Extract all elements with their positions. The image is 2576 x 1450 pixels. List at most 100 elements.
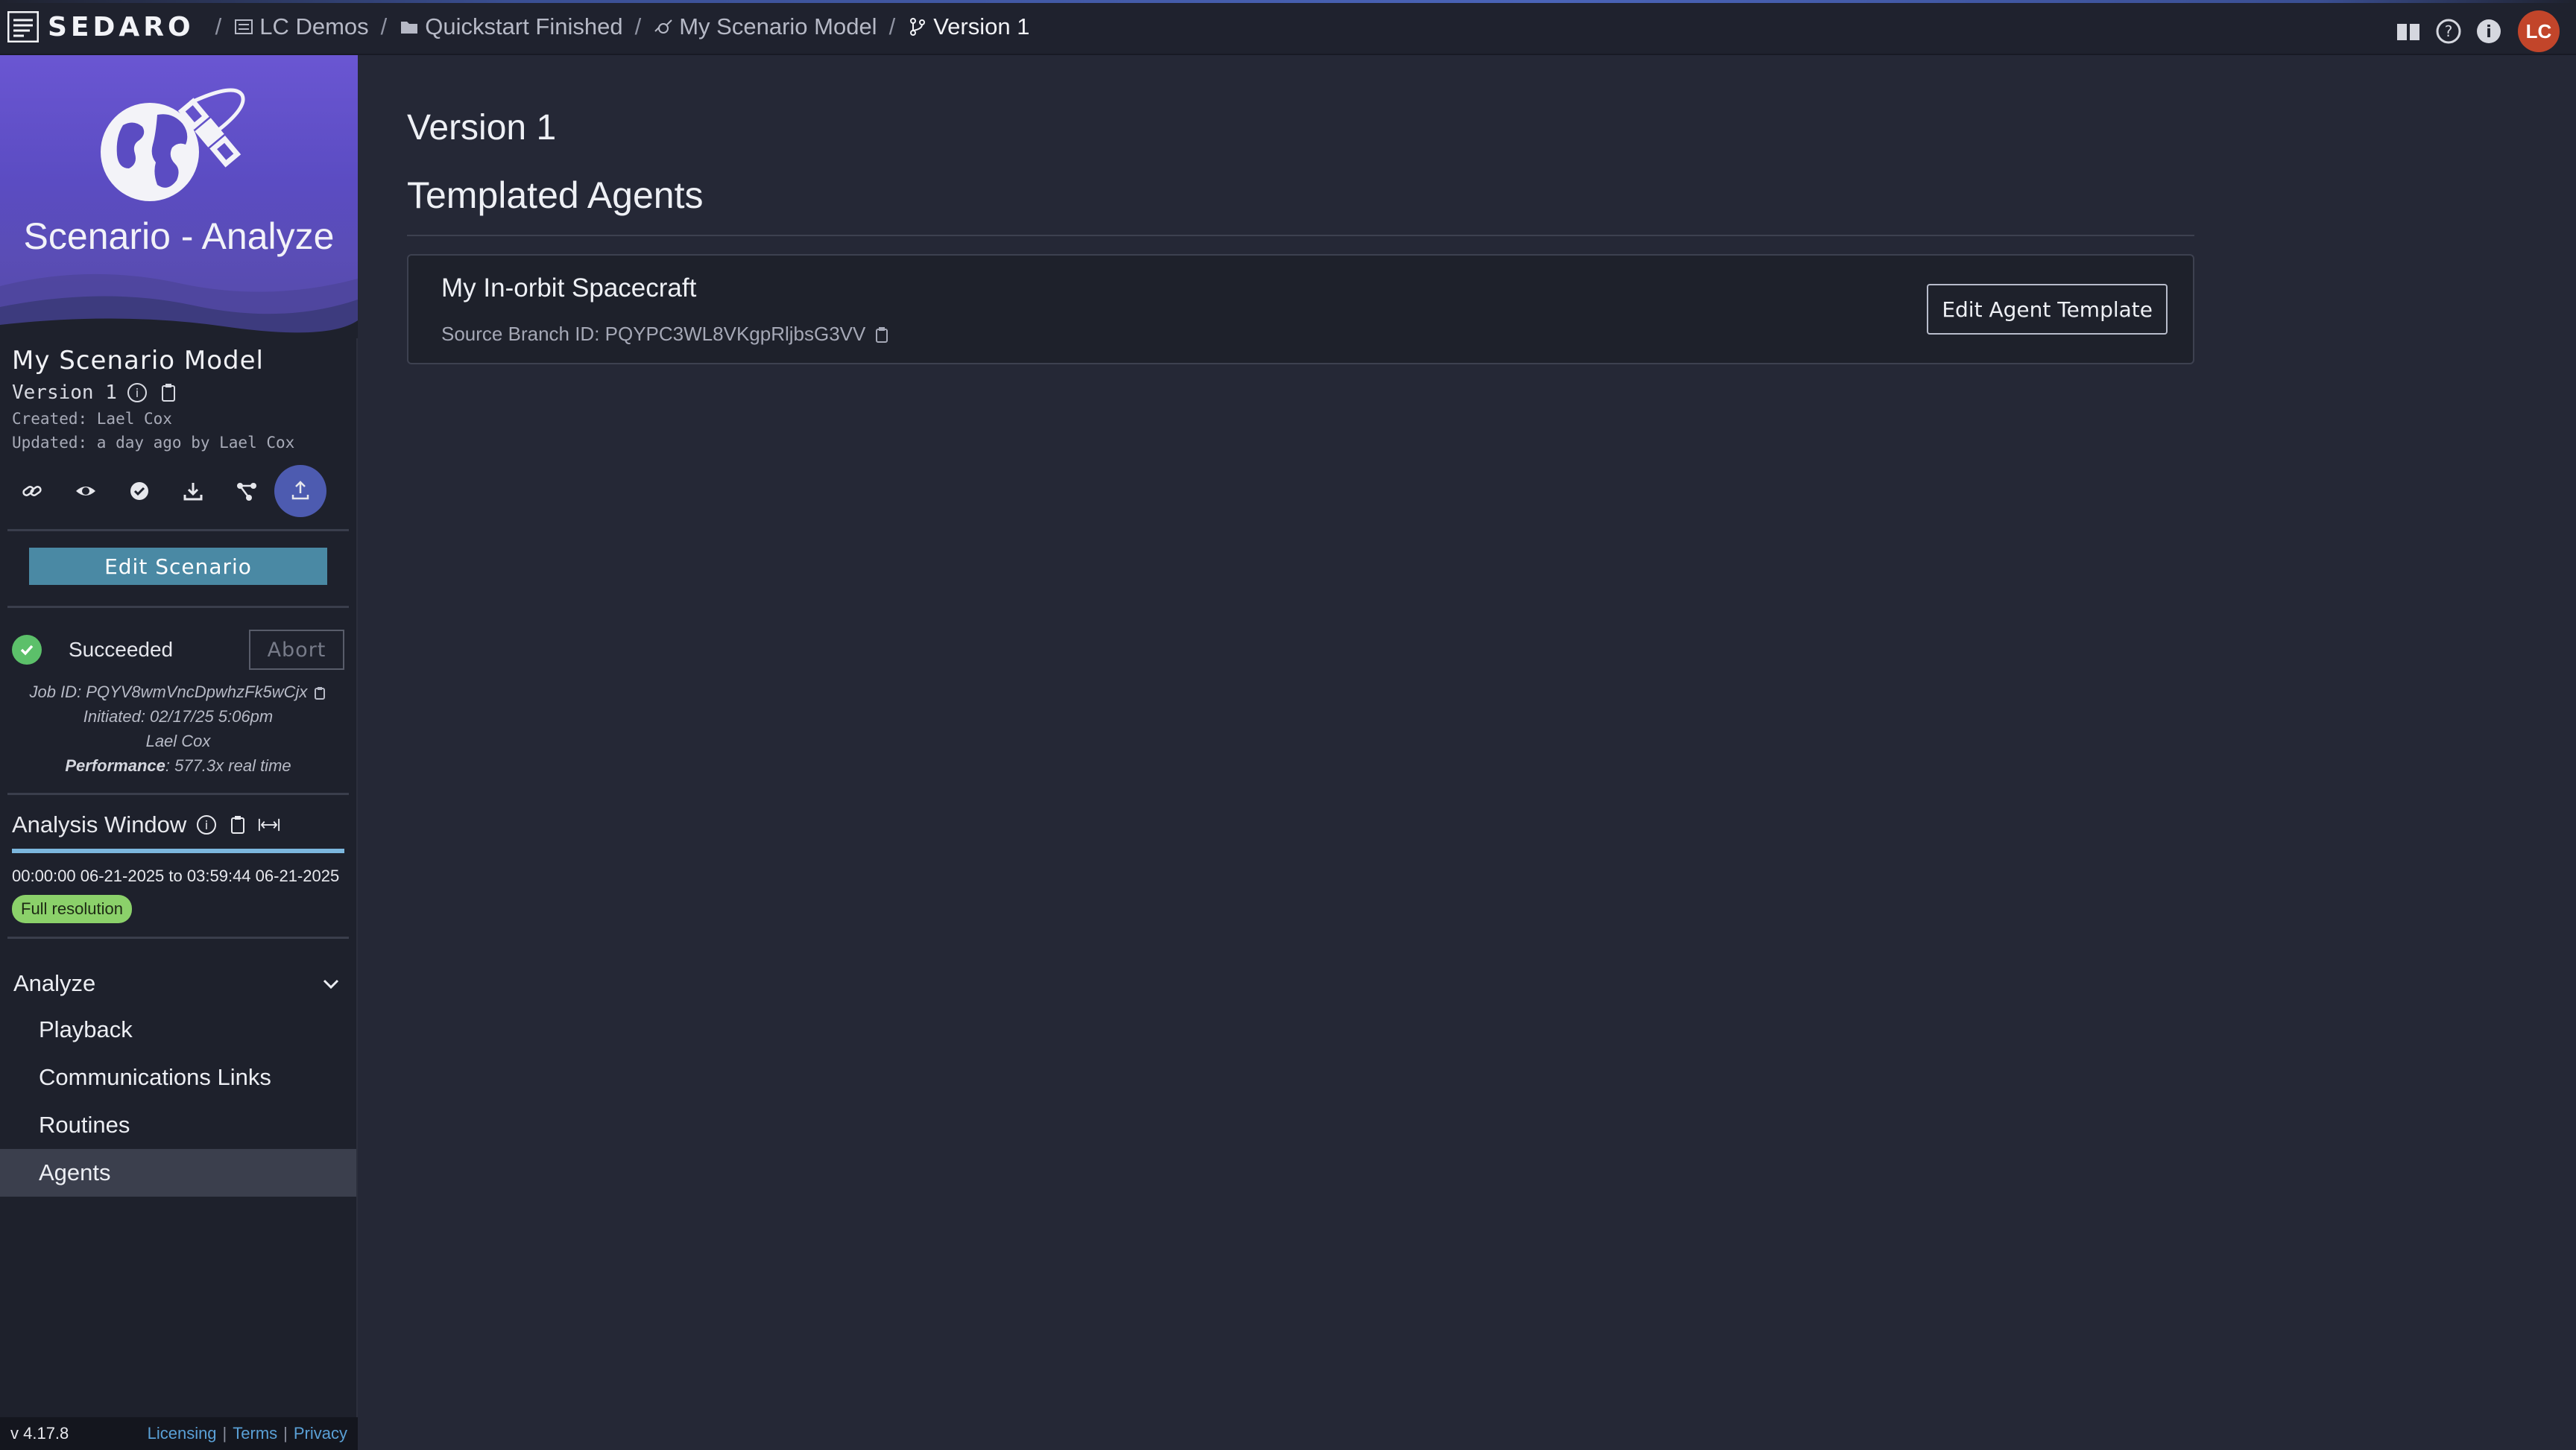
svg-text:?: ? [2445,22,2453,40]
upload-tray-icon [291,481,309,500]
model-name: My Scenario Model [12,346,264,376]
licensing-link[interactable]: Licensing [148,1424,217,1443]
divider [7,793,349,795]
analysis-window-slider[interactable] [12,849,344,853]
nav-item-agents[interactable]: Agents [0,1149,356,1197]
analyze-nav-header[interactable]: Analyze [0,961,356,1006]
resolution-badge: Full resolution [12,895,132,923]
job-status-text: Succeeded [69,638,174,661]
edit-scenario-button[interactable]: Edit Scenario [29,548,327,585]
download-button[interactable] [167,465,219,517]
info-circle-icon[interactable]: i [195,814,218,836]
model-info: My Scenario Model Version 1 i Created: L… [0,346,356,452]
agent-source-branch: Source Branch ID: PQYPC3WL8VKgpRljbsG3VV [441,323,891,346]
analysis-window-end: 03:59:44 06-21-2025 [186,867,340,885]
svg-text:i: i [136,386,139,400]
expand-horizontal-icon[interactable] [258,814,280,836]
breadcrumb-project[interactable]: Quickstart Finished [399,13,623,40]
clipboard-icon[interactable] [873,326,891,343]
sidebar-footer: v 4.17.8 Licensing | Terms | Privacy [0,1417,358,1450]
job-status-row: Succeeded Abort [0,629,356,671]
agent-card: My In-orbit Spacecraft Source Branch ID:… [407,254,2194,364]
download-icon [183,483,203,501]
agent-name: My In-orbit Spacecraft [441,273,697,303]
breadcrumb: / LC Demos / Quickstart Finished / My Sc… [215,13,1030,40]
satellite-icon [654,19,672,34]
user-avatar[interactable]: LC [2518,10,2560,52]
agent-source-branch-id: Source Branch ID: PQYPC3WL8VKgpRljbsG3VV [441,323,866,345]
analysis-window-range: 00:00:00 06-21-2025 to 03:59:44 06-21-20… [0,867,356,886]
clipboard-icon[interactable] [312,686,327,700]
analyze-nav-label: Analyze [13,970,96,996]
abort-button[interactable]: Abort [249,630,344,670]
app-name: SEDARO [48,11,195,42]
divider [7,606,349,608]
analysis-window-start: 00:00:00 06-21-2025 [12,867,165,885]
job-initiated: Initiated: 02/17/25 5:06pm [83,707,274,726]
breadcrumb-model[interactable]: My Scenario Model [653,13,877,40]
breadcrumb-version[interactable]: Version 1 [907,13,1029,40]
clipboard-icon[interactable] [227,814,249,836]
sedaro-logo-icon [7,11,39,42]
success-check-icon [12,635,42,665]
analysis-window-to: to [168,867,183,885]
help-icon[interactable]: ? [2434,17,2463,45]
main-content: Version 1 Templated Agents My In-orbit S… [407,55,2196,364]
chevron-down-icon [323,979,339,990]
performance-label: Performance [65,756,165,775]
branch-tree-button[interactable] [221,465,273,517]
branch-icon [910,18,926,36]
info-icon[interactable]: i [2475,17,2503,45]
job-details: Job ID: PQYV8wmVncDpwhzFk5wCjx Initiated… [0,680,356,778]
check-badge-icon [130,482,148,500]
job-id-row: Job ID: PQYV8wmVncDpwhzFk5wCjx [0,680,356,704]
link-button[interactable] [6,465,58,517]
link-icon [22,486,42,496]
nav-item-communications-links[interactable]: Communications Links [0,1054,356,1101]
globe-satellite-icon [101,88,245,201]
top-progress-line [0,0,2576,3]
terms-link[interactable]: Terms [233,1424,277,1443]
svg-text:i: i [205,818,208,832]
workspace-icon [235,19,253,34]
analysis-window-header: Analysis Window i [0,811,356,838]
edit-agent-template-button[interactable]: Edit Agent Template [1927,284,2168,335]
svg-text:i: i [2486,23,2492,42]
top-bar: SEDARO / LC Demos / Quickstart Finished … [0,0,2576,55]
analysis-window-title: Analysis Window [12,811,187,838]
privacy-link[interactable]: Privacy [294,1424,347,1443]
breadcrumb-version-label: Version 1 [933,13,1030,39]
performance-value: : 577.3x real time [165,756,291,775]
footer-links: Licensing | Terms | Privacy [147,1424,347,1443]
scenario-action-row [6,465,356,517]
docs-book-icon[interactable] [2394,17,2422,45]
clipboard-icon[interactable] [157,382,180,404]
analyze-button[interactable] [274,465,326,517]
version-row: Version 1 i [12,382,344,404]
updated-by: Updated: a day ago by Lael Cox [12,434,295,452]
sidebar-hero: Scenario - Analyze [0,55,358,338]
breadcrumb-workspace[interactable]: LC Demos [233,13,369,40]
hero-waves [0,273,358,338]
app-version: v 4.17.8 [10,1424,69,1443]
validate-button[interactable] [113,465,165,517]
page-title: Version 1 [407,108,557,148]
section-title: Templated Agents [407,174,704,216]
view-button[interactable] [60,465,112,517]
share-nodes-icon [237,483,256,501]
info-circle-icon[interactable]: i [126,382,148,404]
nav-item-routines[interactable]: Routines [0,1101,356,1149]
nav-item-playback[interactable]: Playback [0,1006,356,1054]
section-divider [407,235,2194,236]
job-initiated-by: Lael Cox [145,732,211,750]
job-id: Job ID: PQYV8wmVncDpwhzFk5wCjx [29,683,308,701]
breadcrumb-model-label: My Scenario Model [679,13,877,39]
folder-icon [401,22,418,34]
job-performance: Performance: 577.3x real time [0,753,356,778]
divider [7,937,349,939]
hero-title: Scenario - Analyze [23,215,335,257]
version-label: Version 1 [12,382,117,404]
logo[interactable]: SEDARO [7,11,195,42]
breadcrumb-workspace-label: LC Demos [259,13,369,39]
top-right-actions: ? i LC [2382,10,2560,52]
